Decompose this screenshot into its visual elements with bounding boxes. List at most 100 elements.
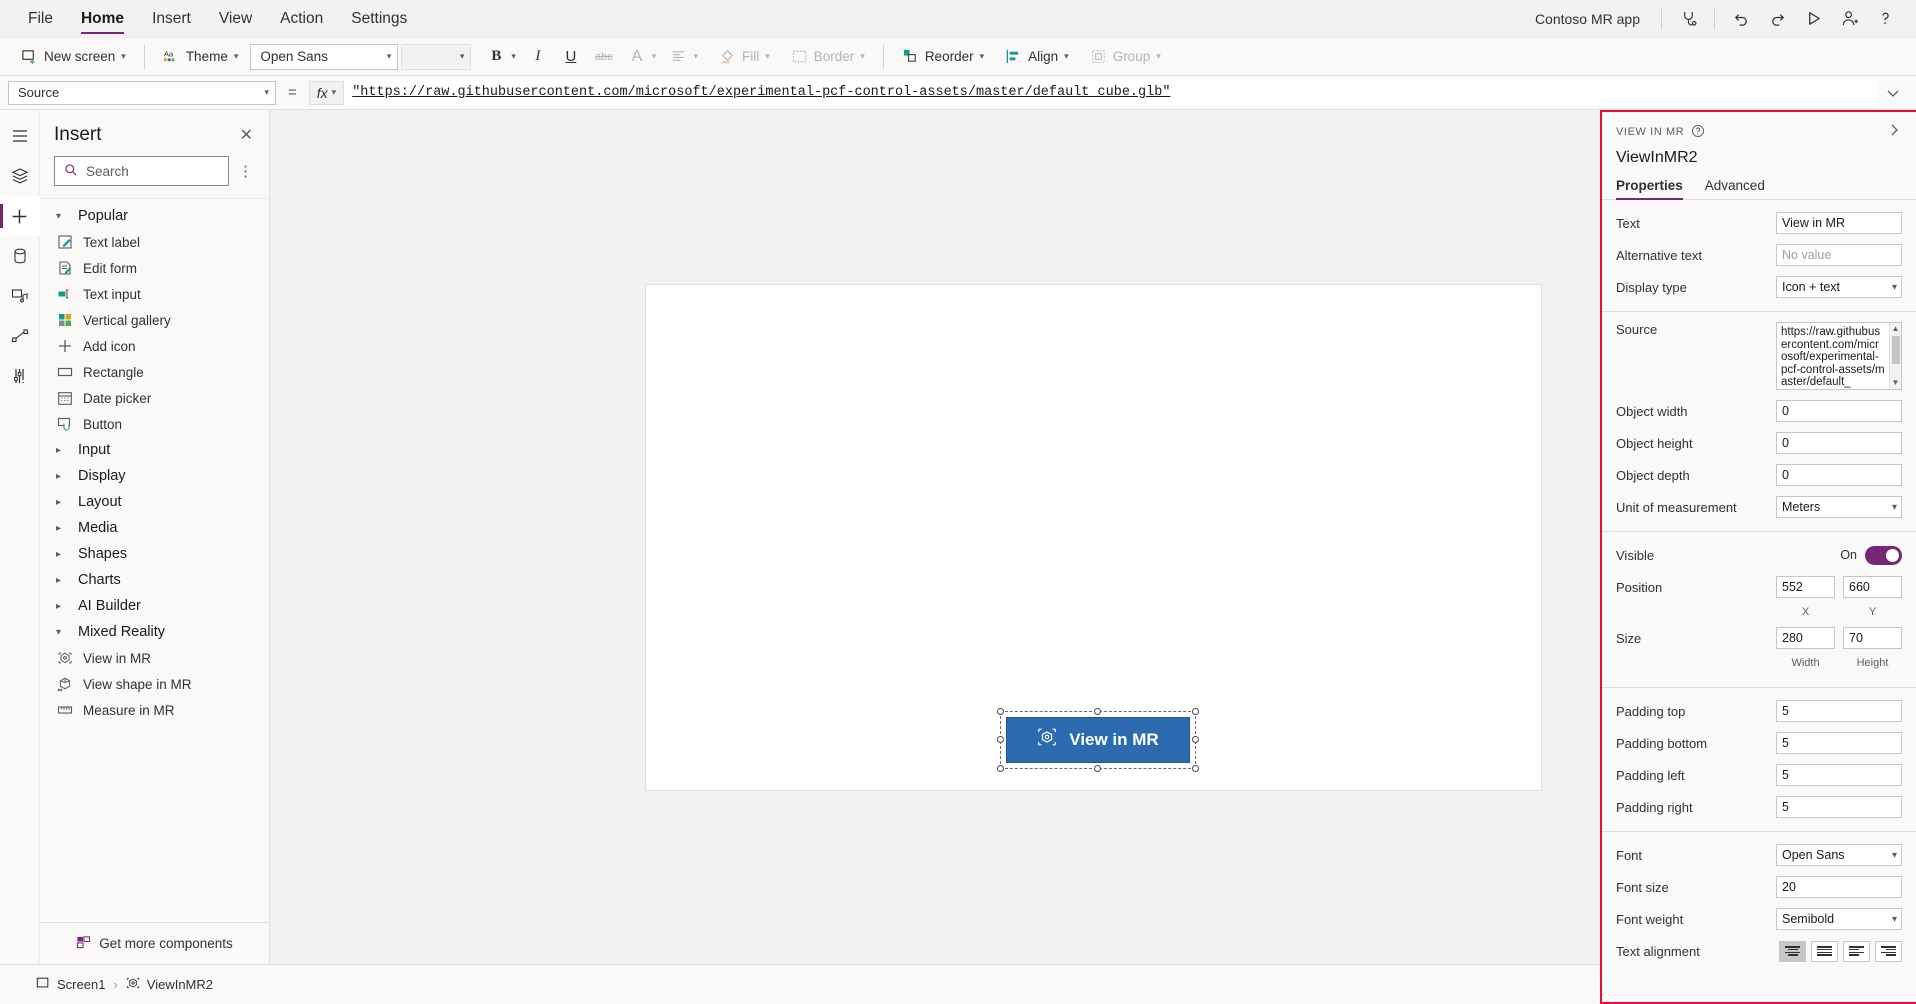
tab-advanced[interactable]: Advanced xyxy=(1705,178,1765,199)
hamburger-menu-icon[interactable] xyxy=(0,116,40,156)
insert-item-add-icon[interactable]: Add icon xyxy=(40,333,269,359)
media-icon[interactable] xyxy=(0,276,40,316)
undo-icon[interactable] xyxy=(1724,2,1758,36)
insert-group-shapes[interactable]: ▸ Shapes xyxy=(40,541,269,567)
menu-item-settings[interactable]: Settings xyxy=(337,0,421,38)
position-y-input[interactable]: 660 xyxy=(1843,576,1902,598)
insert-group-media[interactable]: ▸ Media xyxy=(40,515,269,541)
insert-group-charts[interactable]: ▸ Charts xyxy=(40,567,269,593)
font-color-button[interactable]: A ▾ xyxy=(622,43,661,71)
object-width-input[interactable]: 0 xyxy=(1776,400,1902,422)
font-size-select[interactable]: ▾ xyxy=(401,43,472,70)
power-automate-icon[interactable] xyxy=(0,316,40,356)
insert-group-display[interactable]: ▸ Display xyxy=(40,463,269,489)
object-depth-input[interactable]: 0 xyxy=(1776,464,1902,486)
underline-button[interactable]: U xyxy=(556,43,586,71)
alternative-text-input[interactable]: No value xyxy=(1776,244,1902,266)
menu-item-view[interactable]: View xyxy=(205,0,266,38)
size-height-input[interactable]: 70 xyxy=(1843,627,1902,649)
search-input[interactable]: Search xyxy=(54,156,229,186)
group-button[interactable]: Group ▾ xyxy=(1081,43,1170,71)
reorder-button[interactable]: Reorder ▾ xyxy=(893,43,993,71)
close-icon[interactable]: ✕ xyxy=(236,125,257,145)
resize-handle-middle-right[interactable] xyxy=(1191,735,1199,743)
insert-item-vertical-gallery[interactable]: Vertical gallery xyxy=(40,307,269,333)
resize-handle-bottom-left[interactable] xyxy=(996,764,1004,772)
text-input[interactable]: View in MR xyxy=(1776,212,1902,234)
strikethrough-button[interactable]: abc xyxy=(589,43,619,71)
insert-group-layout[interactable]: ▸ Layout xyxy=(40,489,269,515)
font-select[interactable]: Open Sans ▾ xyxy=(1776,844,1902,866)
insert-icon[interactable] xyxy=(0,196,40,236)
data-icon[interactable] xyxy=(0,236,40,276)
resize-handle-top-right[interactable] xyxy=(1191,707,1199,715)
menu-item-file[interactable]: File xyxy=(14,0,67,38)
variables-icon[interactable] xyxy=(0,356,40,396)
align-button[interactable]: Align ▾ xyxy=(996,43,1078,71)
collapse-panel-icon[interactable] xyxy=(1886,122,1902,142)
fx-button[interactable]: fx ▾ xyxy=(308,80,345,105)
size-width-input[interactable]: 280 xyxy=(1776,627,1835,649)
font-family-select[interactable]: Open Sans ▾ xyxy=(250,43,399,70)
resize-handle-middle-left[interactable] xyxy=(996,735,1004,743)
unit-of-measurement-select[interactable]: Meters ▾ xyxy=(1776,496,1902,518)
get-more-components-button[interactable]: Get more components xyxy=(40,922,269,964)
align-right-button[interactable] xyxy=(1875,940,1902,962)
resize-handle-top-left[interactable] xyxy=(996,707,1004,715)
app-screen-canvas[interactable]: View in MR xyxy=(645,284,1541,790)
tree-view-icon[interactable] xyxy=(0,156,40,196)
insert-item-view-in-mr[interactable]: View in MR xyxy=(40,645,269,671)
redo-icon[interactable] xyxy=(1760,2,1794,36)
visible-toggle[interactable] xyxy=(1865,545,1902,565)
tab-properties[interactable]: Properties xyxy=(1616,178,1683,200)
resize-handle-bottom-right[interactable] xyxy=(1191,764,1199,772)
menu-item-action[interactable]: Action xyxy=(266,0,337,38)
formula-input[interactable]: "https://raw.githubusercontent.com/micro… xyxy=(344,79,1878,106)
padding-bottom-input[interactable]: 5 xyxy=(1776,732,1902,754)
menu-item-insert[interactable]: Insert xyxy=(138,0,205,38)
property-select[interactable]: Source ▾ xyxy=(8,80,276,105)
align-left-button[interactable] xyxy=(1843,940,1870,962)
insert-group-popular[interactable]: ▾ Popular xyxy=(40,203,269,229)
scroll-thumb[interactable] xyxy=(1891,335,1900,364)
more-options-icon[interactable]: ⋮ xyxy=(233,162,259,180)
padding-top-input[interactable]: 5 xyxy=(1776,700,1902,722)
insert-group-mixed-reality[interactable]: ▾ Mixed Reality xyxy=(40,619,269,645)
bold-button[interactable]: B ▾ xyxy=(481,43,520,71)
italic-button[interactable]: I xyxy=(523,43,553,71)
insert-item-edit-form[interactable]: Edit form xyxy=(40,255,269,281)
align-justify-button[interactable] xyxy=(1811,940,1838,962)
position-x-input[interactable]: 552 xyxy=(1776,576,1835,598)
font-weight-select[interactable]: Semibold ▾ xyxy=(1776,908,1902,930)
insert-item-rectangle[interactable]: Rectangle xyxy=(40,359,269,385)
help-icon[interactable] xyxy=(1868,2,1902,36)
font-size-input[interactable]: 20 xyxy=(1776,876,1902,898)
source-scrollbar[interactable]: ▲ ▼ xyxy=(1889,323,1901,389)
display-type-select[interactable]: Icon + text ▾ xyxy=(1776,276,1902,298)
insert-group-input[interactable]: ▸ Input xyxy=(40,437,269,463)
breadcrumb-control[interactable]: ViewInMR2 xyxy=(118,972,221,997)
border-button[interactable]: Border ▾ xyxy=(782,43,874,71)
scroll-down-icon[interactable]: ▼ xyxy=(1892,377,1900,390)
share-user-icon[interactable] xyxy=(1832,2,1866,36)
app-checker-icon[interactable] xyxy=(1671,2,1705,36)
padding-right-input[interactable]: 5 xyxy=(1776,796,1902,818)
resize-handle-top-center[interactable] xyxy=(1093,707,1101,715)
help-icon[interactable] xyxy=(1691,124,1705,141)
text-align-button[interactable]: ▾ xyxy=(663,43,702,71)
play-preview-icon[interactable] xyxy=(1796,2,1830,36)
fill-button[interactable]: Fill ▾ xyxy=(710,43,779,71)
align-center-button[interactable] xyxy=(1779,940,1806,962)
insert-item-measure-in-mr[interactable]: Measure in MR xyxy=(40,697,269,723)
insert-item-text-label[interactable]: Text label xyxy=(40,229,269,255)
formula-bar-expand-icon[interactable] xyxy=(1878,80,1908,106)
padding-left-input[interactable]: 5 xyxy=(1776,764,1902,786)
insert-item-view-shape-in-mr[interactable]: View shape in MR xyxy=(40,671,269,697)
insert-group-ai-builder[interactable]: ▸ AI Builder xyxy=(40,593,269,619)
resize-handle-bottom-center[interactable] xyxy=(1093,764,1101,772)
object-height-input[interactable]: 0 xyxy=(1776,432,1902,454)
view-in-mr-control[interactable]: View in MR xyxy=(1005,716,1190,763)
breadcrumb-screen[interactable]: Screen1 xyxy=(28,972,113,997)
scroll-up-icon[interactable]: ▲ xyxy=(1892,323,1900,336)
source-textarea[interactable]: https://raw.githubusercontent.com/micros… xyxy=(1776,322,1902,390)
